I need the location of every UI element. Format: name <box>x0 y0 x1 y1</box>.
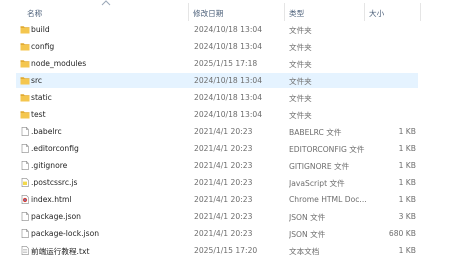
file-type: EDITORCONFIG 文件 <box>289 145 365 154</box>
file-name: 前端运行教程.txt <box>31 247 90 256</box>
file-type: 文件夹 <box>289 60 312 69</box>
file-name: .babelrc <box>31 127 62 136</box>
file-explorer-list: 名称 修改日期 类型 大小 build 2024/10/18 13:04 文件夹 co… <box>0 0 474 276</box>
folder-icon <box>20 42 30 51</box>
file-row[interactable]: 前端运行教程.txt 2025/1/15 17:20 文本文档 1 KB <box>16 243 418 258</box>
file-size: 1 KB <box>398 246 416 255</box>
file-name: package.json <box>31 212 81 221</box>
folder-icon <box>20 76 30 85</box>
file-row[interactable]: .postcssrc.js 2021/4/1 20:23 JavaScript 文件… <box>16 175 418 190</box>
modified-date: 2024/10/18 13:04 <box>194 93 263 102</box>
column-header-size[interactable]: 大小 <box>369 8 384 19</box>
folder-icon <box>20 59 30 68</box>
folder-row[interactable]: config 2024/10/18 13:04 文件夹 <box>16 39 418 54</box>
modified-date: 2025/1/15 17:18 <box>194 59 258 68</box>
file-icon <box>20 127 30 136</box>
column-header-bar: 名称 修改日期 类型 大小 <box>0 0 474 24</box>
folder-row[interactable]: node_modules 2025/1/15 17:18 文件夹 <box>16 56 418 71</box>
file-row[interactable]: package.json 2021/4/1 20:23 JSON 文件 3 KB <box>16 209 418 224</box>
file-type: BABELRC 文件 <box>289 128 342 137</box>
file-name: package-lock.json <box>31 229 100 238</box>
file-type: 文本文档 <box>289 247 320 256</box>
folder-icon <box>20 25 30 34</box>
file-icon <box>20 161 30 170</box>
file-type: GITIGNORE 文件 <box>289 162 350 171</box>
modified-date: 2021/4/1 20:23 <box>194 144 253 153</box>
file-type: 文件夹 <box>289 111 312 120</box>
file-name: static <box>31 93 52 102</box>
file-size: 1 KB <box>398 161 416 170</box>
column-divider[interactable] <box>188 3 189 21</box>
file-size: 1 KB <box>398 127 416 136</box>
modified-date: 2025/1/15 17:20 <box>194 246 258 255</box>
modified-date: 2024/10/18 13:04 <box>194 25 263 34</box>
file-size: 680 KB <box>388 229 416 238</box>
sort-ascending-icon <box>101 0 111 6</box>
file-type: 文件夹 <box>289 77 312 86</box>
js-file-icon <box>20 178 30 187</box>
file-type: 文件夹 <box>289 94 312 103</box>
column-divider[interactable] <box>420 3 421 21</box>
file-size: 3 KB <box>398 212 416 221</box>
modified-date: 2024/10/18 13:04 <box>194 76 263 85</box>
file-row[interactable]: .editorconfig 2021/4/1 20:23 EDITORCONFIG … <box>16 141 418 156</box>
modified-date: 2021/4/1 20:23 <box>194 178 253 187</box>
file-name: node_modules <box>31 59 87 68</box>
file-name: .gitignore <box>31 161 68 170</box>
folder-row[interactable]: static 2024/10/18 13:04 文件夹 <box>16 90 418 105</box>
modified-date: 2021/4/1 20:23 <box>194 161 253 170</box>
file-name: test <box>31 110 46 119</box>
folder-icon <box>20 110 30 119</box>
file-icon <box>20 212 30 221</box>
file-name: .editorconfig <box>31 144 79 153</box>
modified-date: 2021/4/1 20:23 <box>194 212 253 221</box>
file-name: src <box>31 76 43 85</box>
file-row[interactable]: index.html 2021/4/1 20:23 Chrome HTML Doc.… <box>16 192 418 207</box>
file-size: 1 KB <box>398 195 416 204</box>
file-name: index.html <box>31 195 72 204</box>
file-row[interactable]: .babelrc 2021/4/1 20:23 BABELRC 文件 1 KB <box>16 124 418 139</box>
file-icon <box>20 144 30 153</box>
file-type: JavaScript 文件 <box>289 179 345 188</box>
folder-row[interactable]: build 2024/10/18 13:04 文件夹 <box>16 22 418 37</box>
column-header-type[interactable]: 类型 <box>289 8 304 19</box>
column-divider[interactable] <box>284 3 285 21</box>
file-size: 1 KB <box>398 144 416 153</box>
file-icon <box>20 229 30 238</box>
modified-date: 2024/10/18 13:04 <box>194 110 263 119</box>
file-type: JSON 文件 <box>289 230 326 239</box>
file-name: build <box>31 25 50 34</box>
modified-date: 2024/10/18 13:04 <box>194 42 263 51</box>
column-header-modified[interactable]: 修改日期 <box>193 8 223 19</box>
file-row[interactable]: package-lock.json 2021/4/1 20:23 JSON 文件 68… <box>16 226 418 241</box>
file-name: config <box>31 42 55 51</box>
modified-date: 2021/4/1 20:23 <box>194 127 253 136</box>
file-type: JSON 文件 <box>289 213 326 222</box>
file-type: 文件夹 <box>289 26 312 35</box>
column-header-name[interactable]: 名称 <box>27 8 42 19</box>
file-row[interactable]: .gitignore 2021/4/1 20:23 GITIGNORE 文件 1 KB <box>16 158 418 173</box>
folder-row[interactable]: test 2024/10/18 13:04 文件夹 <box>16 107 418 122</box>
text-file-icon <box>20 246 30 255</box>
column-divider[interactable] <box>364 3 365 21</box>
folder-icon <box>20 93 30 102</box>
file-name: .postcssrc.js <box>31 178 78 187</box>
file-size: 1 KB <box>398 178 416 187</box>
chrome-html-icon <box>20 195 30 204</box>
modified-date: 2021/4/1 20:23 <box>194 229 253 238</box>
file-type: 文件夹 <box>289 43 312 52</box>
file-type: Chrome HTML Doc... <box>289 195 367 204</box>
folder-row[interactable]: src 2024/10/18 13:04 文件夹 <box>16 73 418 88</box>
modified-date: 2021/4/1 20:23 <box>194 195 253 204</box>
